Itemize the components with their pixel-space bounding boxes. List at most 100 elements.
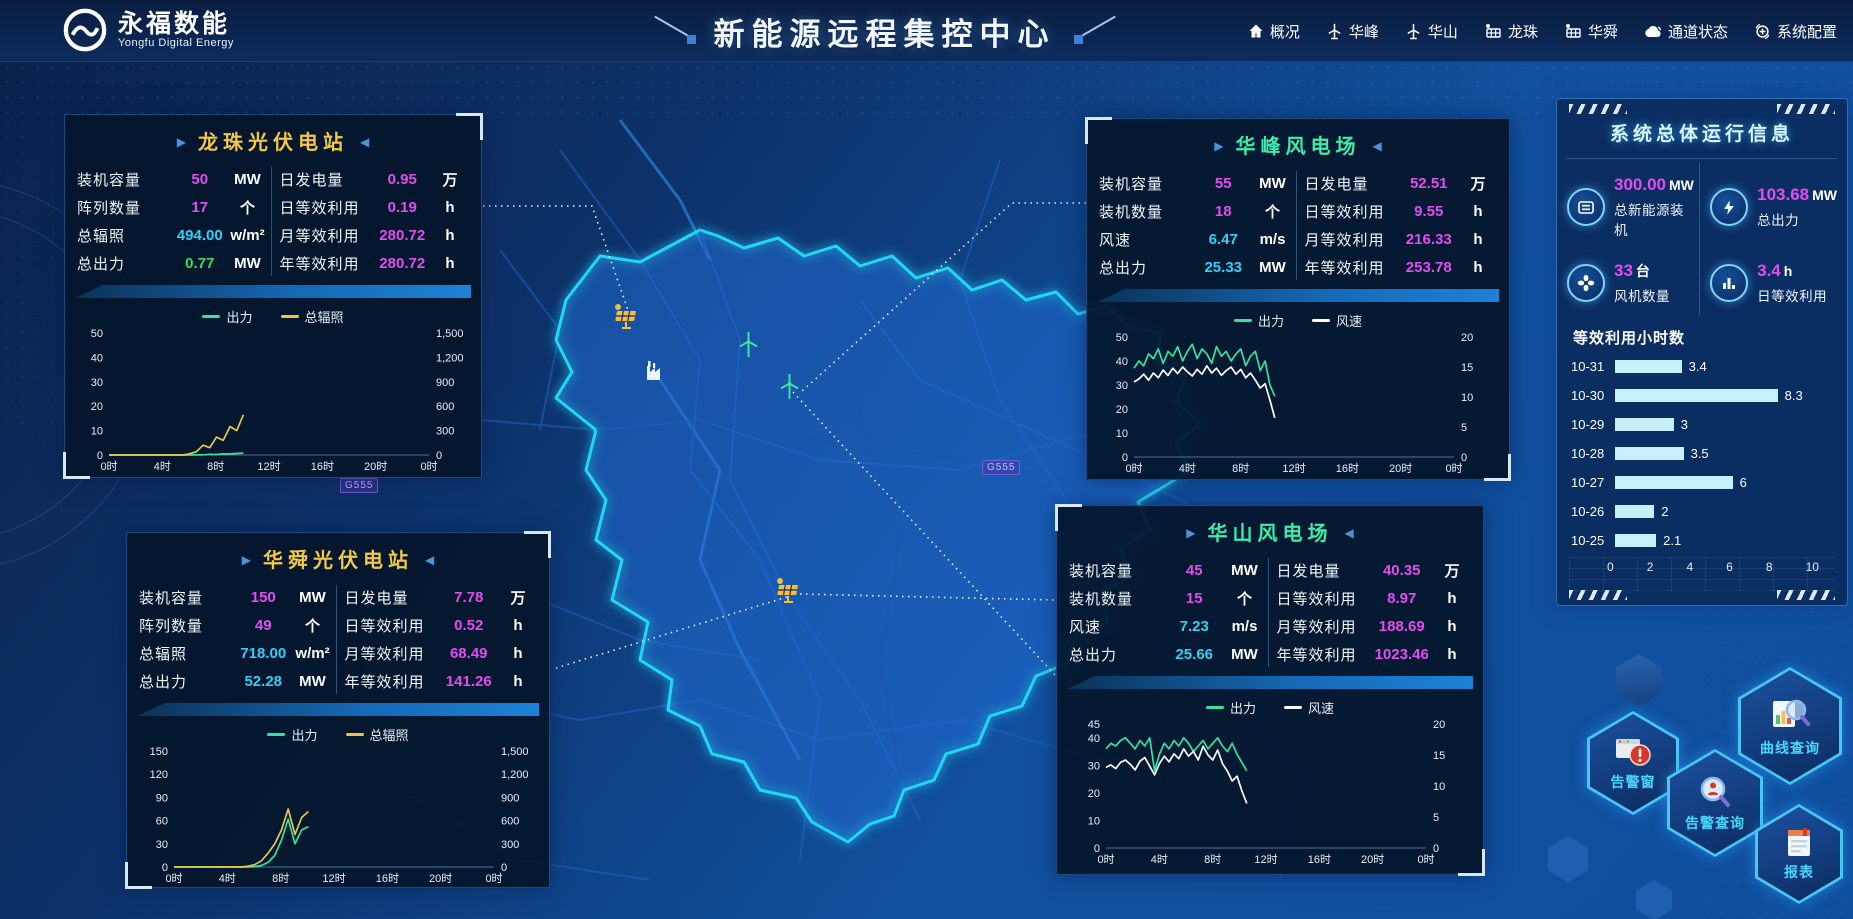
nav-item-huashun[interactable]: 华舜 [1564,21,1618,42]
nav-item-huafeng[interactable]: 华峰 [1326,21,1379,42]
stat-value: 141.26 [443,673,496,690]
stat-value: 0.77 [175,255,225,272]
stat-row: 总出力52.28MW [139,669,336,694]
bar[interactable] [1615,418,1674,431]
stat-label: 装机容量 [1069,560,1167,581]
legend-item[interactable]: 总辐照 [346,725,409,744]
stat-row: 月等效利用68.49h [345,641,542,666]
svg-text:1,200: 1,200 [501,769,529,781]
svg-text:10: 10 [1116,428,1128,440]
bar[interactable] [1615,360,1682,373]
curve-query-icon [1769,695,1811,735]
page-title-wrap: 新能源远程集控中心 [652,0,1118,62]
panel-title-text: 龙珠光伏电站 [198,132,348,154]
legend-item[interactable]: 出力 [267,725,317,744]
legend-swatch [267,733,285,736]
stat-value: 103.68 [1757,185,1809,204]
map-marker-solar-station[interactable] [774,576,804,609]
stat-unit: 个 [1250,201,1296,222]
stat-label: 日发电量 [345,587,443,608]
report-button[interactable]: 报表 [1755,804,1843,904]
stat-row: 风速6.47m/s [1099,227,1296,252]
stat-label: 日等效利用 [1305,201,1403,222]
legend-swatch [346,733,364,736]
svg-text:0时: 0时 [420,460,437,473]
stat-row: 日等效利用8.97h [1277,586,1476,611]
hexagon-decoration [1616,654,1662,706]
alarm-window-button[interactable]: 告警窗 [1587,711,1679,815]
map-district-lines [596,230,1100,780]
stat-label: 月等效利用 [345,643,443,664]
stat-row: 日发电量7.78万 [345,585,542,610]
nav-label: 华舜 [1588,21,1618,42]
stat-row: 装机数量18个 [1099,199,1296,224]
svg-text:5: 5 [1433,812,1439,824]
stat-unit: MW [1812,187,1837,203]
triangle-left-icon: ◀ [1345,526,1354,540]
stat-unit: 个 [1222,588,1268,609]
bar-value: 3 [1681,417,1688,432]
nav-item-longzhu[interactable]: 龙珠 [1484,21,1538,42]
stat-label: 总出力 [1757,209,1837,229]
bar-category: 10-25 [1571,533,1615,548]
legend-item[interactable]: 出力 [1234,311,1284,330]
bar-category: 10-31 [1571,359,1615,374]
chart-legend: 出力 风速 [1057,698,1483,717]
map-marker-wind-turbine[interactable] [777,372,802,406]
bar[interactable] [1615,534,1656,547]
svg-text:40: 40 [1088,733,1100,745]
svg-text:20时: 20时 [1389,462,1412,475]
bar-value: 2 [1661,504,1668,519]
stat-value: 0.95 [378,171,428,188]
nav-item-huashan[interactable]: 华山 [1405,21,1458,42]
stat-row: 装机容量55MW [1099,171,1296,196]
fan-icon [1567,264,1605,302]
map-marker-wind-turbine[interactable] [736,330,761,364]
line-chart: 45403020100201510500时4时8时12时16时20时0时 [1068,717,1472,867]
map-marker-power-plant[interactable] [644,358,670,387]
nav-item-overview[interactable]: 概况 [1248,21,1300,42]
stat-unit: 万 [495,587,541,608]
stat-label: 日等效利用 [1757,285,1827,305]
stat-label: 总出力 [139,671,237,692]
title-decoration-right [1070,16,1118,46]
stat-row: 总辐照718.00w/m² [139,641,336,666]
alarm-query-button[interactable]: 告警查询 [1667,749,1763,857]
stat-value: 15 [1167,590,1222,607]
title-decoration-left [652,16,700,46]
panel-title-text: 华舜光伏电站 [263,550,413,572]
stat-value: 52.51 [1403,175,1456,192]
hexagon-decoration [1548,836,1588,882]
stat-value: 188.69 [1375,618,1430,635]
legend-item[interactable]: 风速 [1312,311,1362,330]
stat-label: 年等效利用 [280,253,378,274]
nav-item-channel-status[interactable]: 通道状态 [1644,21,1728,42]
nav-label: 概况 [1270,21,1300,42]
stat-row: 月等效利用216.33h [1305,227,1502,252]
bar[interactable] [1615,447,1684,460]
chart-legend: 出力 总辐照 [65,307,481,326]
svg-text:600: 600 [501,816,519,828]
stat-label: 总出力 [1099,257,1197,278]
map-marker-solar-station[interactable] [612,302,642,335]
panel-title-text: 华山风电场 [1208,523,1333,545]
stat-row: 年等效利用1023.46h [1277,642,1476,667]
svg-text:10: 10 [1461,392,1473,404]
legend-item[interactable]: 风速 [1284,698,1334,717]
svg-text:20: 20 [1433,719,1445,731]
nav-item-system-config[interactable]: 系统配置 [1754,21,1837,42]
bar[interactable] [1615,476,1733,489]
stat-value: 300.00 [1614,175,1666,194]
legend-item[interactable]: 出力 [202,307,252,326]
svg-text:12时: 12时 [1282,462,1305,475]
bar[interactable] [1615,505,1654,518]
stat-row: 日发电量0.95万 [280,167,474,192]
svg-text:300: 300 [501,839,519,851]
alarm-window-icon [1614,735,1652,769]
stat-row: 日发电量40.35万 [1277,558,1476,583]
triangle-right-icon: ▶ [177,135,186,149]
bar[interactable] [1615,389,1778,402]
legend-item[interactable]: 出力 [1206,698,1256,717]
legend-item[interactable]: 总辐照 [281,307,344,326]
stat-value: 280.72 [378,227,428,244]
